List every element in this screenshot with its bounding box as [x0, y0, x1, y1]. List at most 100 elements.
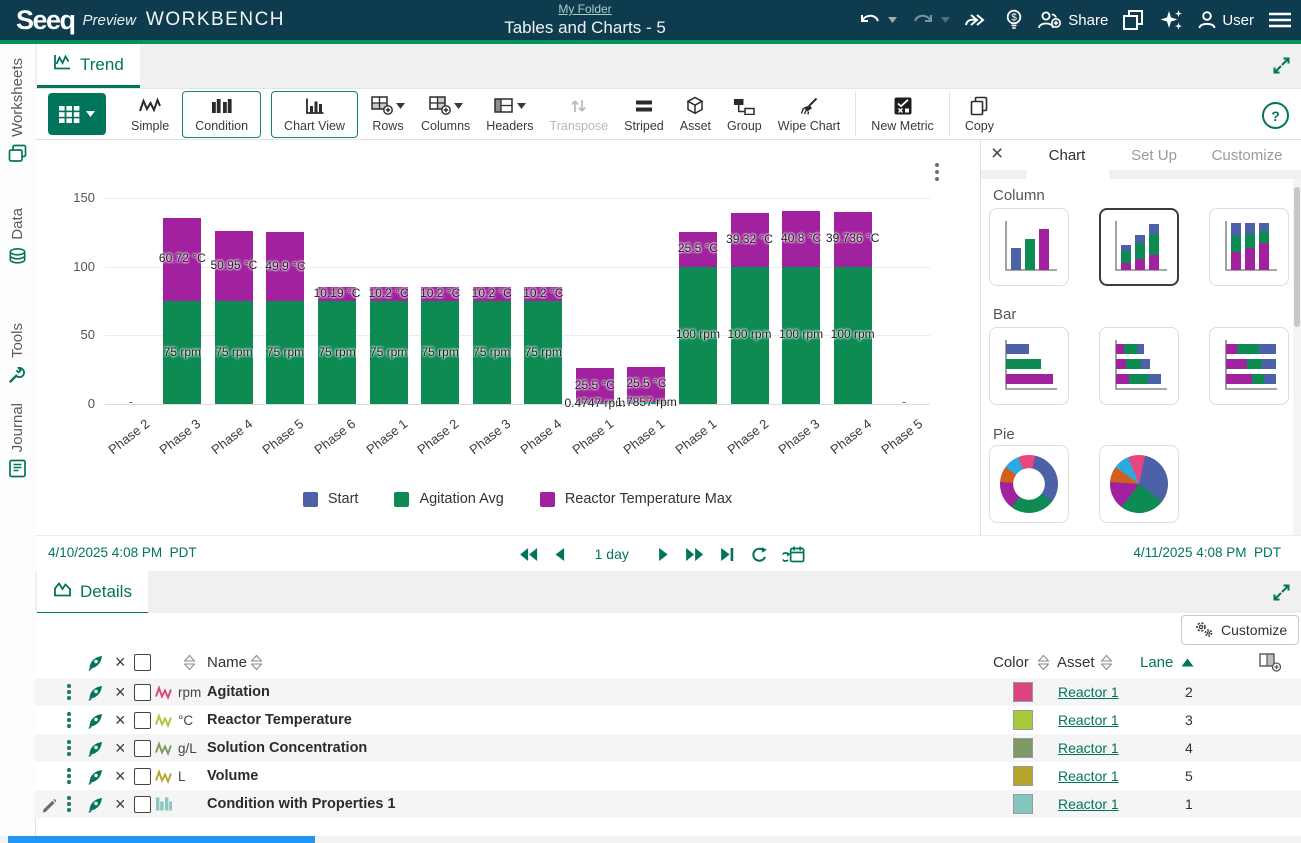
item-name[interactable]: Reactor Temperature — [207, 706, 352, 734]
chart-menu-kebab-icon[interactable] — [929, 158, 945, 186]
row-kebab-icon[interactable] — [63, 734, 75, 762]
tab-trend[interactable]: Trend — [37, 44, 140, 88]
sort-asset-icon[interactable] — [1101, 648, 1112, 676]
rocket-icon[interactable] — [87, 762, 104, 790]
sidebar-item-data[interactable]: Data — [0, 208, 35, 266]
toolbar-button-condition[interactable]: Condition — [182, 91, 261, 138]
sort-color-icon[interactable] — [1038, 648, 1049, 676]
step-backward-icon[interactable] — [554, 547, 566, 562]
row-kebab-icon[interactable] — [63, 790, 75, 818]
color-swatch-box[interactable] — [1013, 710, 1033, 730]
table-view-dropdown-button[interactable] — [48, 93, 106, 135]
table-row[interactable]: ×g/LSolution ConcentrationReactor 14 — [35, 734, 1301, 762]
checkbox[interactable] — [134, 712, 151, 729]
toolbar-button-chart-view[interactable]: Chart View — [271, 91, 358, 138]
color-swatch[interactable] — [1013, 762, 1033, 790]
row-kebab-icon[interactable] — [63, 678, 75, 706]
toolbar-button-copy[interactable]: Copy — [965, 96, 994, 133]
color-swatch-box[interactable] — [1013, 682, 1033, 702]
details-horizontal-scrollbar-thumb[interactable] — [8, 836, 315, 843]
step-forward-icon[interactable] — [658, 547, 670, 562]
column-header-lane[interactable]: Lane — [1140, 648, 1173, 676]
sidebar-item-worksheets[interactable]: Worksheets — [0, 58, 35, 163]
asset-link[interactable]: Reactor 1 — [1058, 734, 1119, 762]
details-expand-icon[interactable] — [1270, 581, 1293, 609]
calendar-copy-icon[interactable] — [783, 545, 806, 564]
remove-item-icon[interactable]: × — [115, 734, 126, 762]
pencil-icon[interactable] — [41, 790, 57, 818]
tab-details[interactable]: Details — [37, 571, 148, 615]
chart-type-thumb-column-stacked[interactable] — [1099, 208, 1179, 286]
chart-type-thumb-pie-donut[interactable] — [989, 445, 1069, 523]
duration-label[interactable]: 1 day — [595, 546, 629, 562]
color-swatch[interactable] — [1013, 706, 1033, 734]
item-name[interactable]: Volume — [207, 762, 258, 790]
color-swatch[interactable] — [1013, 734, 1033, 762]
toolbar-button-wipe-chart[interactable]: Wipe Chart — [778, 96, 841, 133]
legend-item[interactable]: Agitation Avg — [394, 491, 503, 507]
duplicate-worksheet-icon[interactable] — [1121, 9, 1145, 31]
checkbox[interactable] — [134, 768, 151, 785]
table-row[interactable]: ×Condition with Properties 1Reactor 11 — [35, 790, 1301, 818]
toolbar-button-new-metric[interactable]: New Metric — [871, 96, 934, 133]
user-icon[interactable]: User — [1197, 10, 1254, 30]
remove-item-icon[interactable]: × — [115, 706, 126, 734]
price-insight-icon[interactable]: $ — [1004, 9, 1024, 31]
chart-type-thumb-bar-100-stacked[interactable] — [1209, 327, 1289, 405]
toolbar-button-transpose[interactable]: Transpose — [550, 96, 609, 133]
fast-forward-icon[interactable] — [685, 547, 705, 562]
customize-button[interactable]: Customize — [1181, 615, 1299, 645]
asset-link[interactable]: Reactor 1 — [1058, 762, 1119, 790]
table-row[interactable]: ×LVolumeReactor 15 — [35, 762, 1301, 790]
column-header-name[interactable]: Name — [207, 648, 247, 676]
row-kebab-icon[interactable] — [63, 762, 75, 790]
trend-expand-icon[interactable] — [1270, 54, 1293, 82]
toolbar-button-asset[interactable]: Asset — [680, 96, 711, 133]
redo-icon[interactable] — [910, 11, 950, 29]
refresh-icon[interactable] — [750, 546, 768, 563]
ai-sparkles-icon[interactable] — [1158, 8, 1184, 32]
remove-item-icon[interactable]: × — [115, 678, 126, 706]
fast-backward-icon[interactable] — [519, 547, 539, 562]
item-name[interactable]: Solution Concentration — [207, 734, 367, 762]
color-swatch-box[interactable] — [1013, 738, 1033, 758]
checkbox[interactable] — [134, 740, 151, 757]
toolbar-button-rows[interactable]: Rows — [371, 96, 405, 133]
toolbar-button-simple[interactable]: Simple — [131, 96, 169, 133]
checkbox[interactable] — [134, 684, 151, 701]
column-header-color[interactable]: Color — [993, 648, 1029, 676]
skip-to-end-icon[interactable] — [720, 547, 735, 562]
select-all-checkbox[interactable] — [134, 648, 151, 676]
add-column-icon[interactable] — [1259, 648, 1282, 676]
table-row[interactable]: ×rpmAgitationReactor 12 — [35, 678, 1301, 706]
rocket-icon[interactable] — [87, 706, 104, 734]
sidebar-item-tools[interactable]: Tools — [0, 323, 35, 384]
range-end-datetime[interactable]: 4/11/2025 4:08 PM PDT — [1133, 545, 1281, 560]
row-checkbox[interactable] — [134, 762, 151, 790]
rocket-icon[interactable] — [87, 734, 104, 762]
color-swatch-box[interactable] — [1013, 766, 1033, 786]
color-swatch[interactable] — [1013, 790, 1033, 818]
sidebar-item-journal[interactable]: Journal — [0, 403, 35, 478]
row-checkbox[interactable] — [134, 734, 151, 762]
range-start-datetime[interactable]: 4/10/2025 4:08 PM PDT — [48, 545, 197, 560]
checkbox[interactable] — [134, 796, 151, 813]
color-swatch-box[interactable] — [1013, 794, 1033, 814]
row-checkbox[interactable] — [134, 790, 151, 818]
chart-type-thumb-pie-solid[interactable] — [1099, 445, 1179, 523]
help-icon[interactable]: ? — [1262, 102, 1289, 129]
legend-item[interactable]: Reactor Temperature Max — [540, 491, 732, 507]
row-checkbox[interactable] — [134, 706, 151, 734]
share-users-icon[interactable]: Share — [1037, 10, 1108, 30]
asset-link[interactable]: Reactor 1 — [1058, 678, 1119, 706]
chart-type-thumb-column-grouped[interactable] — [989, 208, 1069, 286]
checkbox[interactable] — [134, 654, 151, 671]
remove-item-icon[interactable]: × — [115, 790, 126, 818]
undo-icon[interactable] — [857, 11, 897, 29]
asset-link[interactable]: Reactor 1 — [1058, 790, 1119, 818]
toolbar-button-group[interactable]: Group — [727, 96, 762, 133]
chart-type-thumb-column-100-stacked[interactable] — [1209, 208, 1289, 286]
seeq-logo[interactable]: Seeq — [16, 5, 75, 36]
row-checkbox[interactable] — [134, 678, 151, 706]
toolbar-button-columns[interactable]: Columns — [421, 96, 470, 133]
